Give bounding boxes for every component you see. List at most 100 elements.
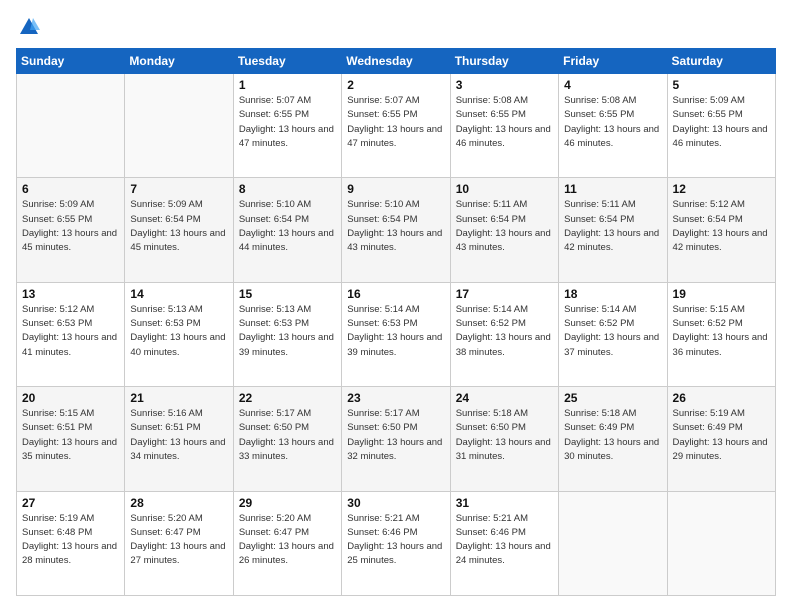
day-number: 8 xyxy=(239,182,336,196)
daylight: Daylight: 13 hours and 44 minutes. xyxy=(239,227,336,256)
daylight: Daylight: 13 hours and 27 minutes. xyxy=(130,540,227,569)
week-row-1: 1Sunrise: 5:07 AMSunset: 6:55 PMDaylight… xyxy=(17,74,776,178)
day-cell: 29 Sunrise: 5:20 AMSunset: 6:47 PMDayligh… xyxy=(233,491,341,595)
sunrise: Sunrise: 5:08 AM xyxy=(564,94,661,108)
sunrise: Sunrise: 5:12 AM xyxy=(673,198,770,212)
sunrise: Sunrise: 5:21 AM xyxy=(456,512,553,526)
sunrise: Sunrise: 5:17 AM xyxy=(239,407,336,421)
daylight: Daylight: 13 hours and 32 minutes. xyxy=(347,436,444,465)
day-info: Sunrise: 5:14 AMSunset: 6:52 PMDaylight:… xyxy=(564,303,661,360)
sunrise: Sunrise: 5:18 AM xyxy=(456,407,553,421)
day-cell: 7Sunrise: 5:09 AMSunset: 6:54 PMDaylight… xyxy=(125,178,233,282)
logo-icon xyxy=(18,16,40,38)
day-cell: 25Sunrise: 5:18 AMSunset: 6:49 PMDayligh… xyxy=(559,387,667,491)
sunset: Sunset: 6:50 PM xyxy=(347,421,444,435)
day-cell xyxy=(17,74,125,178)
calendar: SundayMondayTuesdayWednesdayThursdayFrid… xyxy=(16,48,776,596)
day-number: 11 xyxy=(564,182,661,196)
day-number: 29 xyxy=(239,496,336,510)
day-info: Sunrise: 5:13 AMSunset: 6:53 PMDaylight:… xyxy=(239,303,336,360)
sunrise: Sunrise: 5:13 AM xyxy=(239,303,336,317)
sunrise: Sunrise: 5:20 AM xyxy=(239,512,336,526)
header-cell-friday: Friday xyxy=(559,49,667,74)
sunset: Sunset: 6:55 PM xyxy=(239,108,336,122)
day-info: Sunrise: 5:11 AMSunset: 6:54 PMDaylight:… xyxy=(456,198,553,255)
day-info: Sunrise: 5:18 AMSunset: 6:50 PMDaylight:… xyxy=(456,407,553,464)
header-cell-saturday: Saturday xyxy=(667,49,775,74)
sunset: Sunset: 6:46 PM xyxy=(456,526,553,540)
sunset: Sunset: 6:47 PM xyxy=(130,526,227,540)
sunrise: Sunrise: 5:13 AM xyxy=(130,303,227,317)
day-cell: 2Sunrise: 5:07 AMSunset: 6:55 PMDaylight… xyxy=(342,74,450,178)
week-row-5: 27Sunrise: 5:19 AMSunset: 6:48 PMDayligh… xyxy=(17,491,776,595)
daylight: Daylight: 13 hours and 41 minutes. xyxy=(22,331,119,360)
day-cell: 24 Sunrise: 5:18 AMSunset: 6:50 PMDayligh… xyxy=(450,387,558,491)
day-cell: 15 Sunrise: 5:13 AMSunset: 6:53 PMDayligh… xyxy=(233,282,341,386)
day-info: Sunrise: 5:19 AMSunset: 6:48 PMDaylight:… xyxy=(22,512,119,569)
day-cell: 10Sunrise: 5:11 AMSunset: 6:54 PMDayligh… xyxy=(450,178,558,282)
sunrise: Sunrise: 5:09 AM xyxy=(130,198,227,212)
sunrise: Sunrise: 5:10 AM xyxy=(239,198,336,212)
day-cell: 19Sunrise: 5:15 AMSunset: 6:52 PMDayligh… xyxy=(667,282,775,386)
sunset: Sunset: 6:54 PM xyxy=(564,213,661,227)
sunset: Sunset: 6:46 PM xyxy=(347,526,444,540)
day-number: 6 xyxy=(22,182,119,196)
day-cell: 17Sunrise: 5:14 AMSunset: 6:52 PMDayligh… xyxy=(450,282,558,386)
header-cell-tuesday: Tuesday xyxy=(233,49,341,74)
day-number: 31 xyxy=(456,496,553,510)
day-info: Sunrise: 5:08 AMSunset: 6:55 PMDaylight:… xyxy=(564,94,661,151)
week-row-3: 13Sunrise: 5:12 AMSunset: 6:53 PMDayligh… xyxy=(17,282,776,386)
sunrise: Sunrise: 5:09 AM xyxy=(22,198,119,212)
header-row: SundayMondayTuesdayWednesdayThursdayFrid… xyxy=(17,49,776,74)
daylight: Daylight: 13 hours and 42 minutes. xyxy=(673,227,770,256)
sunset: Sunset: 6:48 PM xyxy=(22,526,119,540)
day-cell: 14Sunrise: 5:13 AMSunset: 6:53 PMDayligh… xyxy=(125,282,233,386)
sunset: Sunset: 6:50 PM xyxy=(239,421,336,435)
sunset: Sunset: 6:55 PM xyxy=(564,108,661,122)
sunrise: Sunrise: 5:14 AM xyxy=(564,303,661,317)
day-number: 7 xyxy=(130,182,227,196)
day-number: 23 xyxy=(347,391,444,405)
week-row-4: 20Sunrise: 5:15 AMSunset: 6:51 PMDayligh… xyxy=(17,387,776,491)
sunset: Sunset: 6:49 PM xyxy=(564,421,661,435)
daylight: Daylight: 13 hours and 47 minutes. xyxy=(347,123,444,152)
day-cell: 12Sunrise: 5:12 AMSunset: 6:54 PMDayligh… xyxy=(667,178,775,282)
sunset: Sunset: 6:55 PM xyxy=(347,108,444,122)
day-number: 14 xyxy=(130,287,227,301)
day-number: 24 xyxy=(456,391,553,405)
day-number: 2 xyxy=(347,78,444,92)
daylight: Daylight: 13 hours and 30 minutes. xyxy=(564,436,661,465)
daylight: Daylight: 13 hours and 46 minutes. xyxy=(564,123,661,152)
day-info: Sunrise: 5:20 AMSunset: 6:47 PMDaylight:… xyxy=(239,512,336,569)
day-info: Sunrise: 5:12 AMSunset: 6:54 PMDaylight:… xyxy=(673,198,770,255)
daylight: Daylight: 13 hours and 43 minutes. xyxy=(456,227,553,256)
day-info: Sunrise: 5:18 AMSunset: 6:49 PMDaylight:… xyxy=(564,407,661,464)
day-info: Sunrise: 5:17 AMSunset: 6:50 PMDaylight:… xyxy=(347,407,444,464)
day-cell xyxy=(125,74,233,178)
sunrise: Sunrise: 5:09 AM xyxy=(673,94,770,108)
sunset: Sunset: 6:53 PM xyxy=(239,317,336,331)
daylight: Daylight: 13 hours and 46 minutes. xyxy=(456,123,553,152)
sunset: Sunset: 6:49 PM xyxy=(673,421,770,435)
day-number: 4 xyxy=(564,78,661,92)
day-cell: 1Sunrise: 5:07 AMSunset: 6:55 PMDaylight… xyxy=(233,74,341,178)
sunrise: Sunrise: 5:21 AM xyxy=(347,512,444,526)
daylight: Daylight: 13 hours and 24 minutes. xyxy=(456,540,553,569)
daylight: Daylight: 13 hours and 35 minutes. xyxy=(22,436,119,465)
day-info: Sunrise: 5:21 AMSunset: 6:46 PMDaylight:… xyxy=(456,512,553,569)
day-cell: 8Sunrise: 5:10 AMSunset: 6:54 PMDaylight… xyxy=(233,178,341,282)
day-number: 5 xyxy=(673,78,770,92)
daylight: Daylight: 13 hours and 33 minutes. xyxy=(239,436,336,465)
day-number: 21 xyxy=(130,391,227,405)
day-info: Sunrise: 5:14 AMSunset: 6:53 PMDaylight:… xyxy=(347,303,444,360)
header-cell-monday: Monday xyxy=(125,49,233,74)
day-number: 1 xyxy=(239,78,336,92)
day-cell: 20Sunrise: 5:15 AMSunset: 6:51 PMDayligh… xyxy=(17,387,125,491)
daylight: Daylight: 13 hours and 40 minutes. xyxy=(130,331,227,360)
daylight: Daylight: 13 hours and 46 minutes. xyxy=(673,123,770,152)
daylight: Daylight: 13 hours and 37 minutes. xyxy=(564,331,661,360)
header-cell-wednesday: Wednesday xyxy=(342,49,450,74)
day-number: 15 xyxy=(239,287,336,301)
day-cell: 5Sunrise: 5:09 AMSunset: 6:55 PMDaylight… xyxy=(667,74,775,178)
sunset: Sunset: 6:53 PM xyxy=(22,317,119,331)
